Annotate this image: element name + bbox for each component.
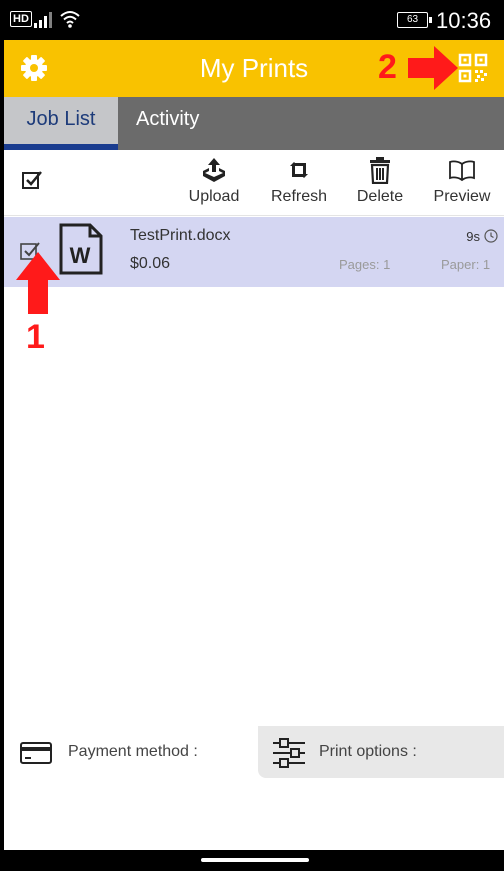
job-price: $0.06 bbox=[130, 255, 171, 272]
refresh-label: Refresh bbox=[270, 188, 328, 205]
svg-text:W: W bbox=[70, 243, 91, 268]
payment-method-label: Payment method : bbox=[68, 743, 198, 760]
payment-method-tab[interactable]: Payment method : bbox=[4, 726, 258, 778]
system-nav-bar bbox=[4, 850, 504, 871]
select-all-checkbox[interactable] bbox=[22, 170, 42, 190]
print-options-tab[interactable]: Print options : bbox=[258, 726, 504, 778]
print-options-label: Print options : bbox=[319, 743, 417, 760]
annotation-arrow-right bbox=[408, 46, 458, 90]
job-toolbar: Upload Refresh Delete Preview bbox=[4, 150, 504, 216]
tab-bar: Job List Activity bbox=[4, 97, 504, 150]
upload-label: Upload bbox=[188, 188, 240, 205]
annotation-marker-2: 2 bbox=[378, 48, 397, 86]
word-document-icon: W bbox=[59, 223, 103, 275]
annotation-marker-1: 1 bbox=[26, 318, 45, 356]
tab-job-list[interactable]: Job List bbox=[4, 97, 118, 150]
delete-label: Delete bbox=[356, 188, 404, 205]
refresh-button[interactable]: Refresh bbox=[259, 156, 339, 214]
tab-activity[interactable]: Activity bbox=[136, 97, 236, 150]
refresh-icon bbox=[290, 162, 308, 178]
preview-label: Preview bbox=[433, 188, 491, 205]
preview-button[interactable]: Preview bbox=[422, 156, 502, 214]
sliders-icon bbox=[273, 738, 305, 768]
qr-code-icon[interactable] bbox=[458, 53, 488, 83]
job-file-name: TestPrint.docx bbox=[130, 227, 231, 244]
home-gesture-handle[interactable] bbox=[201, 858, 309, 862]
clock-time: 10:36 bbox=[436, 8, 492, 33]
upload-icon bbox=[203, 158, 225, 182]
upload-button[interactable]: Upload bbox=[174, 156, 254, 214]
delete-button[interactable]: Delete bbox=[340, 156, 420, 214]
wifi-icon bbox=[60, 11, 80, 28]
credit-card-icon bbox=[20, 742, 52, 764]
app-screen: HD 63 10:36 My Prints Job List Activity … bbox=[4, 0, 504, 871]
clock-icon bbox=[484, 229, 498, 243]
job-list-item[interactable]: W TestPrint.docx $0.06 9s Pages: 1 Paper… bbox=[4, 217, 504, 287]
job-paper: Paper: 1 bbox=[441, 257, 491, 272]
battery-indicator: 63 bbox=[397, 12, 432, 28]
network-type: HD bbox=[10, 11, 32, 27]
job-pages: Pages: 1 bbox=[339, 257, 391, 272]
trash-icon bbox=[370, 157, 390, 184]
status-bar: HD 63 10:36 bbox=[4, 0, 504, 40]
job-elapsed-time: 9s bbox=[466, 229, 480, 244]
annotation-arrow-up bbox=[16, 252, 60, 314]
signal-icon bbox=[34, 12, 52, 28]
bottom-panel: Payment method : Print options : bbox=[4, 726, 504, 850]
book-icon bbox=[449, 160, 475, 182]
